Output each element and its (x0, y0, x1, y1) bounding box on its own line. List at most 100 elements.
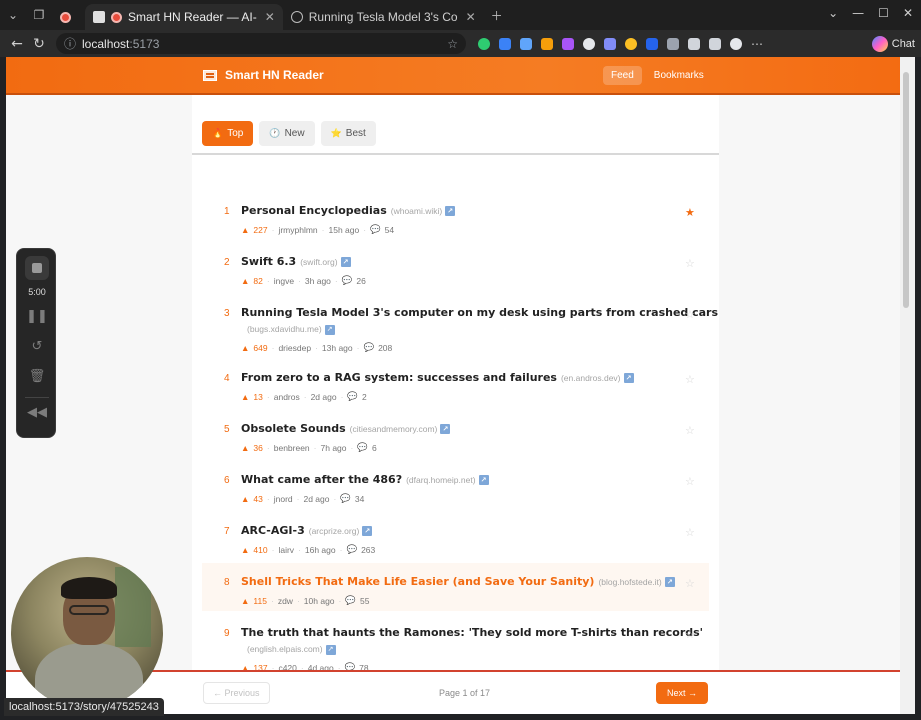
site-info-icon[interactable]: ⓘ (64, 35, 76, 52)
bookmark-star-icon[interactable]: ☆ (685, 526, 695, 539)
extension-icon[interactable] (520, 37, 532, 50)
profile-avatar[interactable] (730, 37, 742, 50)
story-row[interactable]: 3 Running Tesla Model 3's computer on my … (202, 294, 718, 356)
external-link-icon[interactable]: ↗ (324, 324, 335, 335)
restart-icon[interactable]: ↺ (17, 339, 57, 354)
story-user[interactable]: jrmyphlmn (278, 225, 317, 235)
external-link-icon[interactable]: ↗ (478, 475, 489, 485)
story-row[interactable]: 7 ARC-AGI-3 (arcprize.org) ↗ ▲ 410 · lairv · 16h … (202, 512, 709, 560)
bookmark-star-icon[interactable]: ☆ (685, 628, 695, 641)
story-row[interactable]: 9 The truth that haunts the Ramones: 'The… (202, 614, 709, 676)
extension-icon[interactable] (478, 37, 490, 50)
pause-icon[interactable]: ❚❚ (17, 309, 57, 324)
bookmark-star-icon[interactable]: ☆ (685, 424, 695, 437)
new-tab-icon[interactable]: ＋ (484, 0, 510, 30)
stop-recording-button[interactable] (25, 256, 49, 280)
story-title[interactable]: Swift 6.3 (swift.org) ↗ (241, 255, 351, 268)
story-title[interactable]: Personal Encyclopedias (whoami.wiki) ↗ (241, 204, 456, 217)
tab-search-icon[interactable]: ⌄ (0, 0, 26, 30)
favorites-icon[interactable] (688, 37, 700, 50)
story-title[interactable]: Obsolete Sounds (citiesandmemory.com) ↗ (241, 422, 451, 435)
back-icon[interactable]: ← (6, 36, 28, 52)
story-title[interactable]: What came after the 486? (dfarq.homeip.ne… (241, 473, 489, 486)
story-title[interactable]: The truth that haunts the Ramones: 'They… (241, 626, 703, 639)
story-user[interactable]: andros (274, 392, 300, 402)
maximize-icon[interactable]: ☐ (878, 6, 889, 20)
story-user[interactable]: jnord (274, 494, 293, 504)
next-page-button[interactable]: Next → (656, 682, 709, 704)
external-link-icon[interactable]: ↗ (325, 644, 336, 655)
heart-icon[interactable] (709, 37, 721, 50)
bookmark-star-icon[interactable]: ☆ (685, 257, 695, 270)
story-user[interactable]: benbreen (274, 443, 310, 453)
external-link-icon[interactable]: ↗ (440, 424, 451, 434)
trash-icon[interactable]: 🗑 (17, 369, 57, 384)
story-comments[interactable]: 34 (355, 494, 364, 504)
extensions-puzzle-icon[interactable] (667, 37, 679, 50)
recording-tab[interactable] (52, 4, 85, 30)
browser-tab-tesla[interactable]: Running Tesla Model 3's Co ✕ (283, 4, 484, 30)
rewind-icon[interactable]: ◀◀ (17, 405, 57, 420)
close-tab-icon[interactable]: ✕ (265, 10, 275, 24)
story-row[interactable]: 4 From zero to a RAG system: successes an… (202, 359, 709, 407)
story-row[interactable]: 1 Personal Encyclopedias (whoami.wiki) ↗ ▲ 22… (202, 192, 709, 240)
browser-tab-hn-reader[interactable]: Smart HN Reader — AI- ✕ (85, 4, 283, 30)
external-link-icon[interactable]: ↗ (664, 577, 675, 587)
previous-page-button[interactable]: ← Previous (203, 682, 270, 704)
app-brand[interactable]: Smart HN Reader (203, 68, 324, 82)
story-comments[interactable]: 26 (356, 276, 365, 286)
close-window-icon[interactable]: ✕ (903, 6, 913, 20)
scrollbar-thumb[interactable] (903, 72, 909, 308)
reload-icon[interactable]: ↻ (28, 36, 50, 52)
extension-icon[interactable] (625, 37, 637, 50)
story-row[interactable]: 6 What came after the 486? (dfarq.homeip.n… (202, 461, 709, 509)
close-tab-icon[interactable]: ✕ (466, 10, 476, 24)
story-user[interactable]: zdw (278, 596, 293, 606)
story-user[interactable]: driesdep (278, 343, 311, 353)
collapse-icon[interactable]: ⌄ (828, 6, 838, 20)
bookmark-star-icon[interactable]: ☆ (447, 37, 458, 51)
external-link-icon[interactable]: ↗ (362, 526, 373, 536)
extension-icon[interactable] (583, 37, 595, 50)
tab-new[interactable]: 🕐 New (259, 121, 315, 146)
address-bar[interactable]: ⓘ localhost:5173 ☆ (56, 33, 466, 54)
story-comments[interactable]: 2 (362, 392, 367, 402)
story-row[interactable]: 5 Obsolete Sounds (citiesandmemory.com) ↗ ▲ 3… (202, 410, 709, 458)
nav-bookmarks[interactable]: Bookmarks (646, 66, 712, 85)
extension-icon[interactable] (562, 37, 574, 50)
story-row[interactable]: 8 Shell Tricks That Make Life Easier (and… (202, 563, 709, 611)
story-row[interactable]: 2 Swift 6.3 (swift.org) ↗ ▲ 82 · ingve · 3h ago · 💬… (202, 243, 709, 291)
tab-top[interactable]: 🔥 Top (202, 121, 254, 146)
nav-feed[interactable]: Feed (603, 66, 642, 85)
story-title[interactable]: Shell Tricks That Make Life Easier (and … (241, 575, 675, 588)
extension-icon[interactable] (499, 37, 511, 50)
bookmark-star-icon[interactable]: ☆ (685, 308, 695, 321)
more-menu-icon[interactable]: ⋯ (751, 37, 763, 51)
bookmark-star-icon[interactable]: ☆ (685, 373, 695, 386)
bookmark-star-icon[interactable]: ★ (685, 206, 695, 219)
extension-icon[interactable] (646, 37, 658, 50)
extension-icon[interactable] (604, 37, 616, 50)
story-title-text: Running Tesla Model 3's computer on my d… (241, 306, 719, 319)
story-title[interactable]: ARC-AGI-3 (arcprize.org) ↗ (241, 524, 373, 537)
external-link-icon[interactable]: ↗ (623, 373, 634, 383)
extension-icon[interactable] (541, 37, 553, 50)
bookmark-star-icon[interactable]: ☆ (685, 577, 695, 590)
external-link-icon[interactable]: ↗ (445, 206, 456, 216)
story-rank: 7 (224, 526, 230, 537)
story-comments[interactable]: 208 (378, 343, 392, 353)
external-link-icon[interactable]: ↗ (340, 257, 351, 267)
story-comments[interactable]: 6 (372, 443, 377, 453)
story-comments[interactable]: 54 (385, 225, 394, 235)
minimize-icon[interactable]: — (852, 6, 864, 20)
story-comments[interactable]: 55 (360, 596, 369, 606)
story-comments[interactable]: 263 (361, 545, 375, 555)
bookmark-star-icon[interactable]: ☆ (685, 475, 695, 488)
story-title[interactable]: Running Tesla Model 3's computer on my d… (241, 306, 718, 319)
story-user[interactable]: ingve (274, 276, 294, 286)
chat-button[interactable]: Chat (871, 35, 915, 52)
workspaces-icon[interactable]: ❐ (26, 0, 52, 30)
tab-best[interactable]: ⭐ Best (320, 121, 376, 146)
story-user[interactable]: lairv (278, 545, 294, 555)
story-title[interactable]: From zero to a RAG system: successes and… (241, 371, 634, 384)
